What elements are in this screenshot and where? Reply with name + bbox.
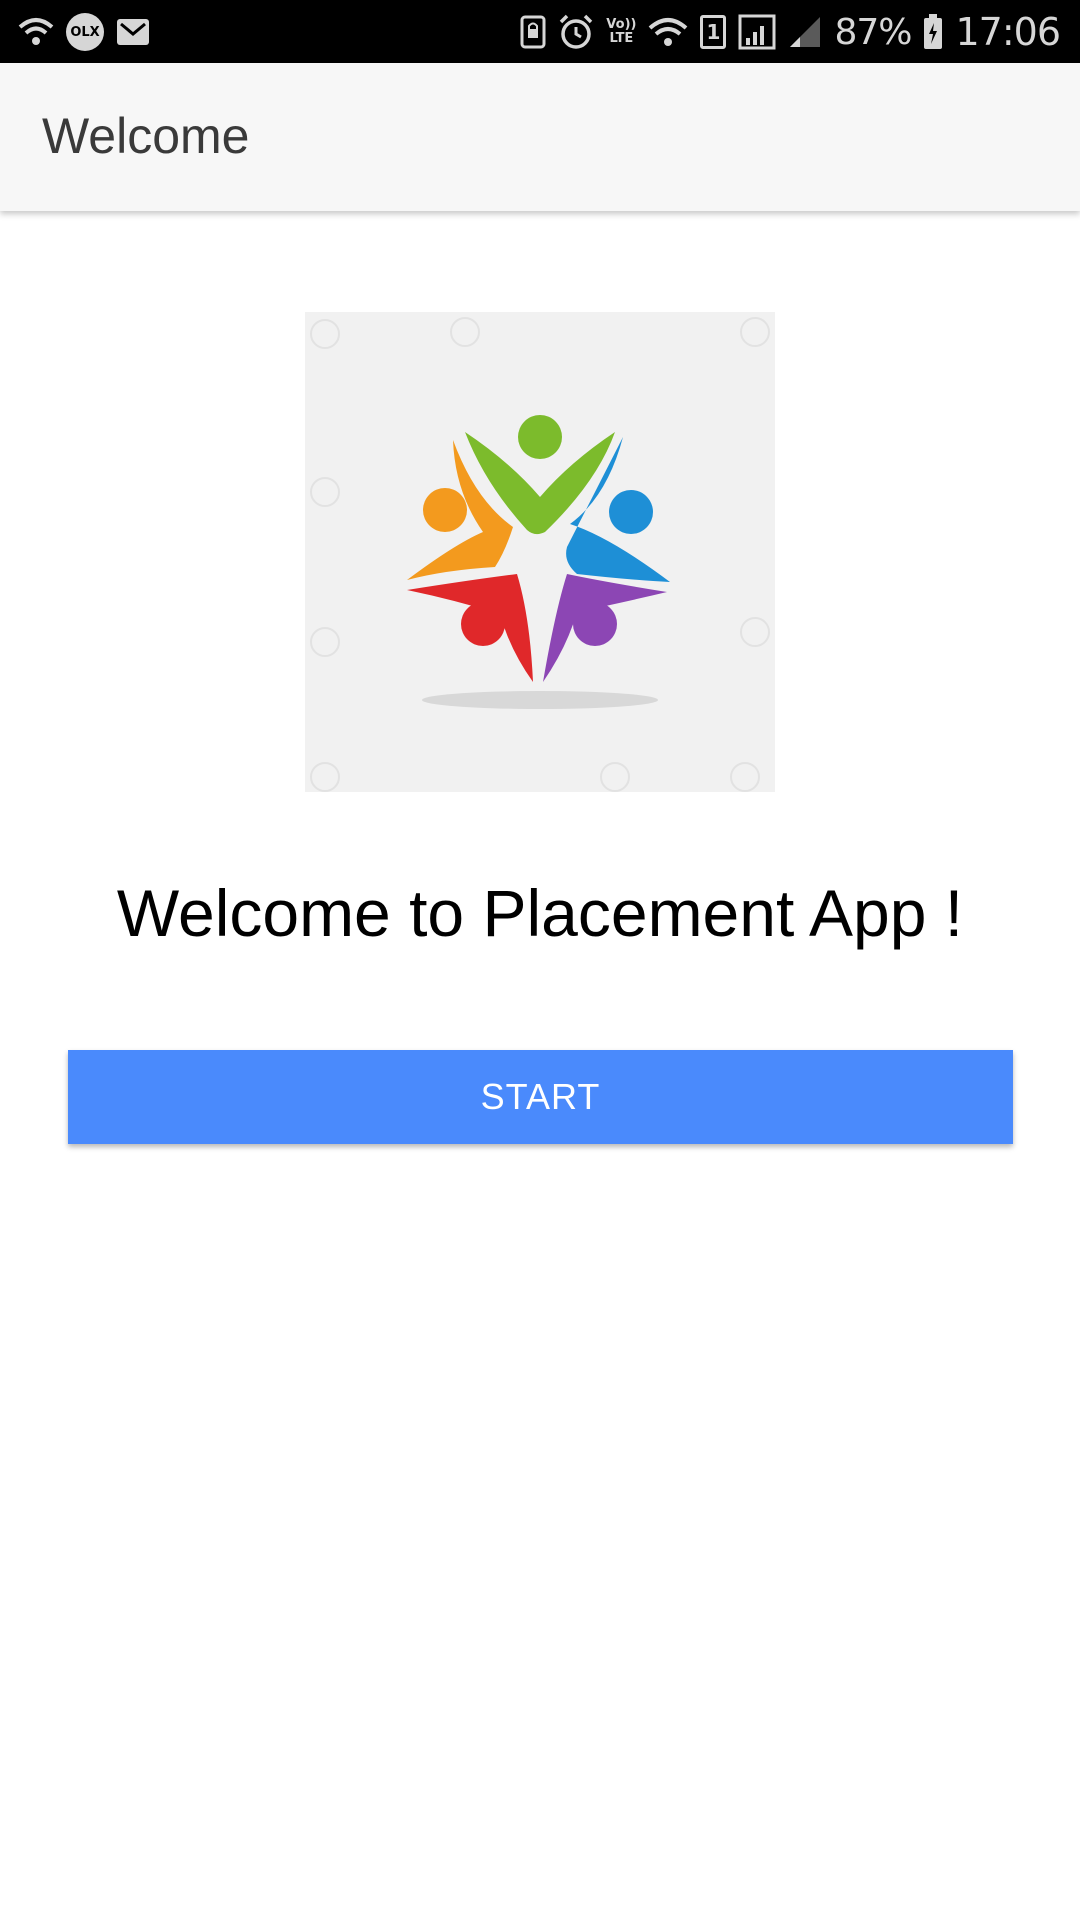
signal-weak-icon: [788, 15, 822, 49]
status-clock: 17:06: [955, 10, 1061, 54]
app-bar: Welcome: [0, 63, 1080, 211]
gmail-notification-icon: [116, 18, 150, 46]
battery-percent: 87%: [834, 11, 912, 53]
status-bar: OLX Vo)) LTE 1 87% 17:06: [0, 0, 1080, 63]
status-right-icons: Vo)) LTE 1 87% 17:06: [520, 9, 1061, 55]
olx-notification-icon: OLX: [66, 13, 104, 51]
volte-icon: Vo)) LTE: [606, 17, 637, 46]
battery-charging-icon: [923, 14, 943, 50]
status-left-icons: OLX: [18, 13, 150, 51]
page-title: Welcome: [42, 108, 250, 164]
signal-icon: [738, 14, 776, 50]
wifi-calling-icon: [18, 17, 54, 47]
sim-icon: 1: [700, 15, 727, 49]
welcome-heading: Welcome to Placement App !: [116, 876, 964, 950]
teamwork-people-logo: [310, 317, 770, 792]
wifi-icon: [648, 16, 688, 48]
start-button[interactable]: START: [68, 1050, 1013, 1144]
teamwork-logo-image: [305, 312, 775, 792]
nfc-lock-icon: [520, 15, 546, 49]
alarm-icon: [558, 14, 594, 50]
